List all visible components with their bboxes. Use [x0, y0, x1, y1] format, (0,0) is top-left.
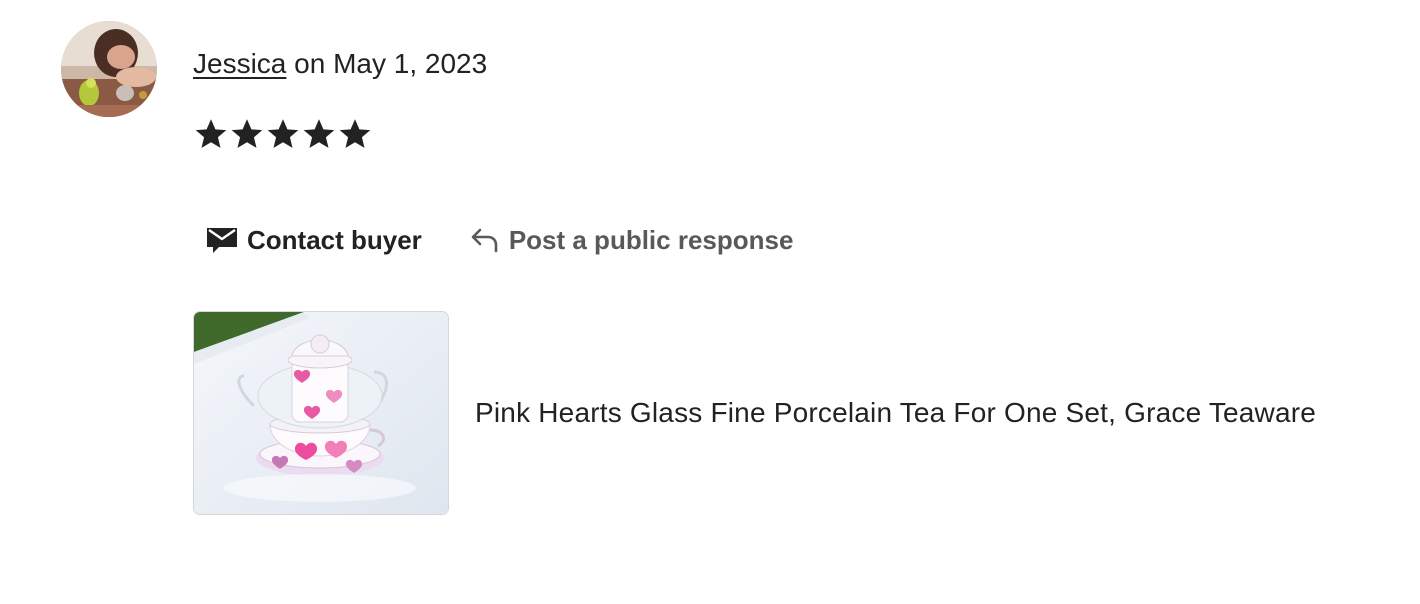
- star-icon: [265, 114, 301, 154]
- contact-buyer-label: Contact buyer: [247, 224, 422, 255]
- post-public-response-label: Post a public response: [508, 224, 794, 255]
- contact-buyer-button[interactable]: Contact buyer: [206, 225, 422, 256]
- star-rating: [193, 114, 373, 154]
- reviewed-product: Pink Hearts Glass Fine Porcelain Tea For…: [193, 311, 1316, 515]
- star-icon: [301, 114, 337, 154]
- star-icon: [337, 114, 373, 154]
- post-public-response-button[interactable]: Post a public response: [470, 224, 794, 256]
- teapot-product-image: [194, 312, 448, 514]
- star-icon: [193, 114, 229, 154]
- star-icon: [229, 114, 265, 154]
- reviewer-avatar[interactable]: [61, 21, 157, 117]
- reviewer-name-link[interactable]: Jessica: [193, 48, 286, 79]
- product-thumbnail[interactable]: [193, 311, 449, 515]
- avatar-photo: [61, 21, 157, 117]
- review-date: on May 1, 2023: [286, 48, 488, 79]
- review-actions: Contact buyer Post a public response: [193, 218, 793, 262]
- product-title-link[interactable]: Pink Hearts Glass Fine Porcelain Tea For…: [475, 397, 1316, 429]
- review-byline: Jessica on May 1, 2023: [193, 46, 487, 82]
- reply-arrow-icon: [470, 226, 500, 254]
- envelope-icon: [206, 225, 238, 255]
- review-card: Jessica on May 1, 2023 Contact buyer Pos…: [0, 0, 1420, 604]
